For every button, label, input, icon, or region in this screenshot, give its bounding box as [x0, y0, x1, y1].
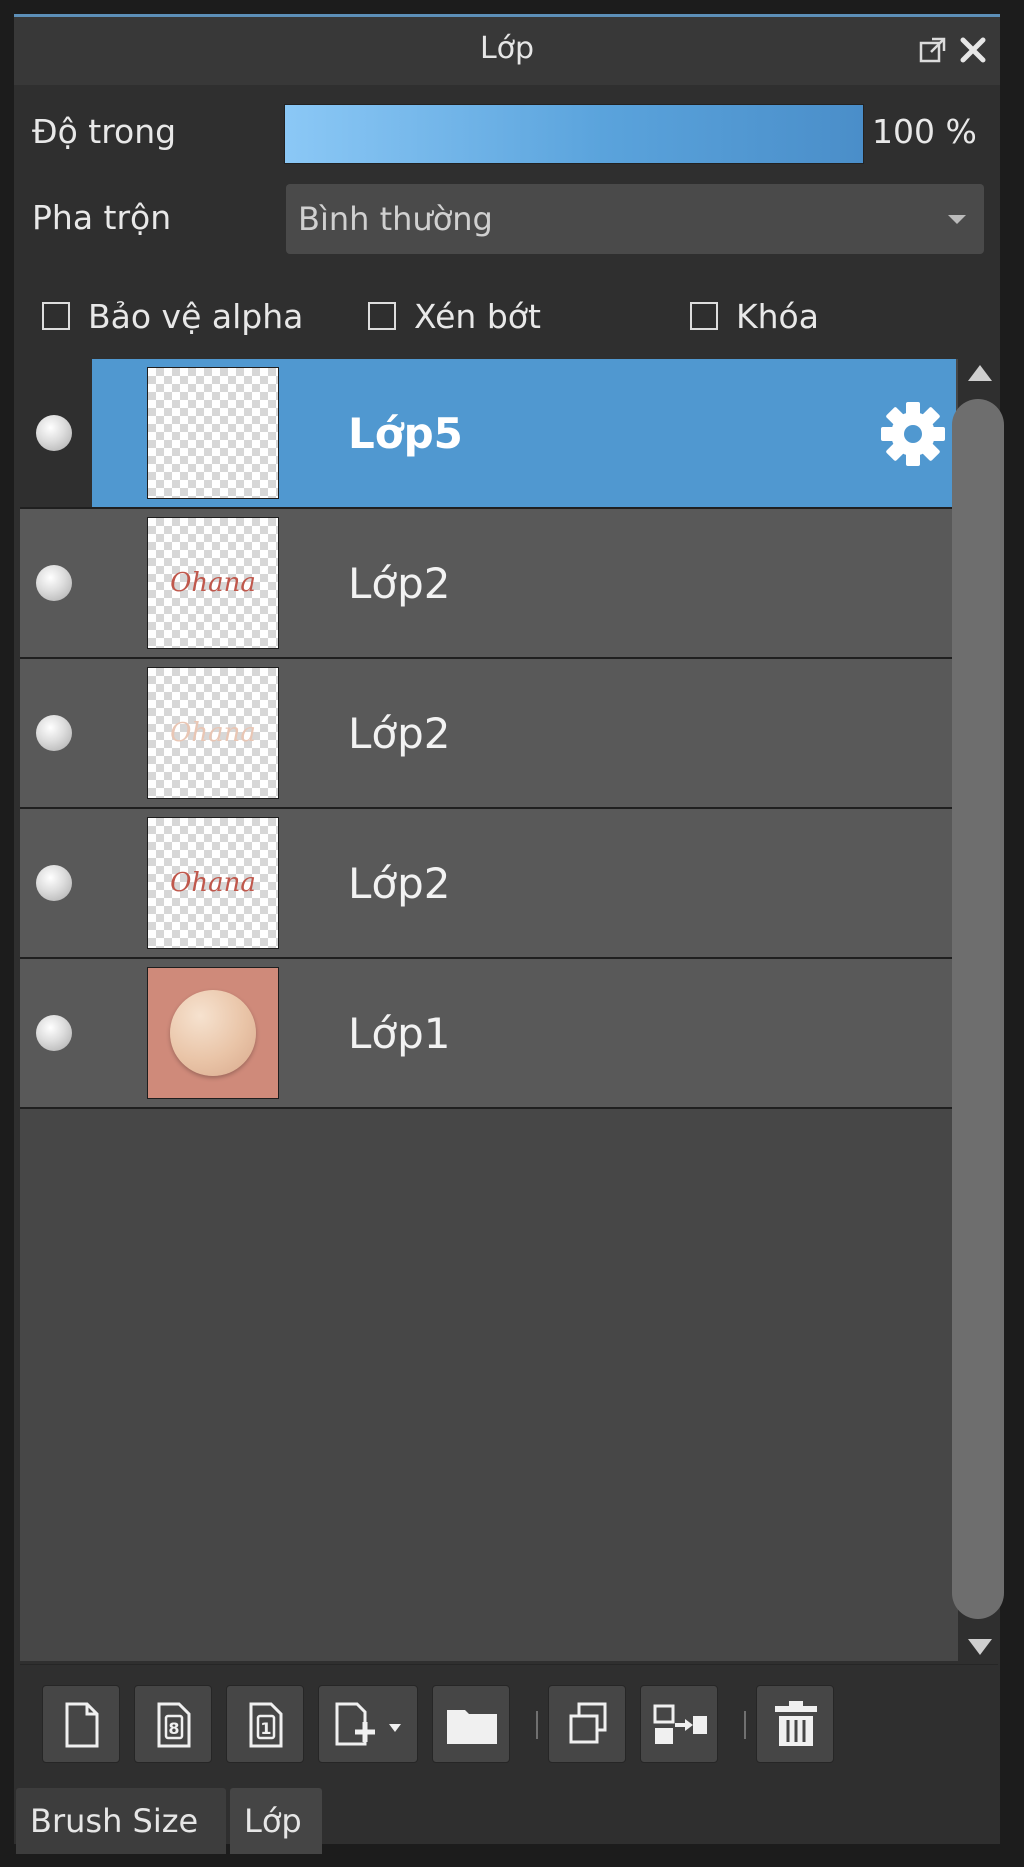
duplicate-layer-button[interactable] [548, 1685, 626, 1763]
tab-label: Brush Size [30, 1802, 199, 1840]
checkbox-label: Xén bớt [414, 296, 541, 336]
opacity-value: 100 % [872, 112, 977, 151]
layer-list-scrollbar[interactable] [952, 359, 1004, 1661]
layer-name: Lớp1 [348, 1009, 451, 1058]
scrollbar-thumb[interactable] [952, 399, 1004, 1619]
layer-thumbnail [147, 367, 279, 499]
blend-label: Pha trộn [32, 198, 172, 237]
checkbox-label: Khóa [736, 296, 819, 336]
layer-row[interactable]: Ohana Lớp2 [20, 809, 956, 959]
new-8bit-layer-button[interactable]: 8 [134, 1685, 212, 1763]
new-8bit-layer-icon: 8 [157, 1702, 191, 1748]
layer-name: Lớp2 [348, 859, 451, 908]
add-layer-dropdown-icon [335, 1702, 401, 1746]
panel-title: Lớp [479, 31, 535, 66]
visibility-toggle-icon[interactable] [36, 1015, 72, 1051]
thumbnail-lettering: Ohana [170, 718, 256, 748]
toolbar-divider [536, 1711, 538, 1739]
duplicate-layer-icon [569, 1702, 607, 1744]
gear-icon[interactable] [878, 399, 948, 469]
thumbnail-lettering: Ohana [170, 868, 256, 898]
visibility-toggle-icon[interactable] [36, 415, 72, 451]
trash-icon [775, 1701, 817, 1746]
layer-thumbnail: Ohana [147, 817, 279, 949]
visibility-toggle-icon[interactable] [36, 865, 72, 901]
chevron-down-icon [948, 215, 966, 224]
layer-thumbnail [147, 967, 279, 1099]
layer-name: Lớp2 [348, 559, 451, 608]
opacity-label: Độ trong [32, 112, 177, 151]
scroll-up-icon[interactable] [968, 365, 992, 381]
layer-toolbar: 8 1 [20, 1664, 998, 1775]
visibility-toggle-icon[interactable] [36, 565, 72, 601]
panel-titlebar: Lớp [14, 14, 1000, 85]
folder-icon [447, 1710, 497, 1744]
protect-alpha-checkbox[interactable]: Bảo vệ alpha [42, 296, 303, 336]
layer-thumbnail: Ohana [147, 517, 279, 649]
merge-down-button[interactable] [640, 1685, 718, 1763]
checkbox-box[interactable] [690, 302, 718, 330]
svg-text:1: 1 [260, 1719, 271, 1738]
merge-down-icon [653, 1704, 707, 1744]
thumbnail-lettering: Ohana [170, 568, 256, 598]
tab-label: Lớp [244, 1802, 302, 1840]
detach-window-icon[interactable] [918, 35, 948, 65]
checkbox-label: Bảo vệ alpha [88, 296, 304, 336]
opacity-slider[interactable] [284, 104, 864, 164]
tab-layers[interactable]: Lớp [230, 1788, 322, 1854]
scroll-down-icon[interactable] [968, 1639, 992, 1655]
tab-brush-size[interactable]: Brush Size [16, 1788, 226, 1854]
blend-mode-select[interactable]: Bình thường [286, 184, 984, 254]
new-layer-button[interactable] [42, 1685, 120, 1763]
clipping-checkbox[interactable]: Xén bớt [368, 296, 541, 336]
checkbox-box[interactable] [368, 302, 396, 330]
new-layer-icon [65, 1702, 99, 1748]
add-layer-dropdown-button[interactable] [318, 1685, 418, 1763]
layer-row[interactable]: Lớp5 [20, 359, 956, 509]
thumbnail-circle [170, 990, 256, 1076]
layer-list: Lớp5 Ohana Lớp2 Ohana Lớp2 Ohana Lớp2 Lớ… [20, 359, 958, 1661]
svg-text:8: 8 [168, 1719, 179, 1738]
checkbox-box[interactable] [42, 302, 70, 330]
layer-row[interactable]: Ohana Lớp2 [20, 659, 956, 809]
delete-layer-button[interactable] [756, 1685, 834, 1763]
blend-mode-value: Bình thường [298, 200, 493, 238]
layer-row[interactable]: Lớp1 [20, 959, 956, 1109]
new-1bit-layer-button[interactable]: 1 [226, 1685, 304, 1763]
new-folder-button[interactable] [432, 1685, 510, 1763]
layer-name: Lớp5 [348, 409, 463, 458]
visibility-toggle-icon[interactable] [36, 715, 72, 751]
lock-checkbox[interactable]: Khóa [690, 296, 819, 336]
opacity-slider-fill [285, 105, 863, 163]
layer-thumbnail: Ohana [147, 667, 279, 799]
new-1bit-layer-icon: 1 [249, 1702, 283, 1748]
layer-row[interactable]: Ohana Lớp2 [20, 509, 956, 659]
toolbar-divider [744, 1711, 746, 1739]
layers-panel: Lớp Độ trong 100 % Pha trộn Bình thường … [14, 14, 1004, 1854]
close-icon[interactable] [958, 35, 988, 65]
layer-name: Lớp2 [348, 709, 451, 758]
